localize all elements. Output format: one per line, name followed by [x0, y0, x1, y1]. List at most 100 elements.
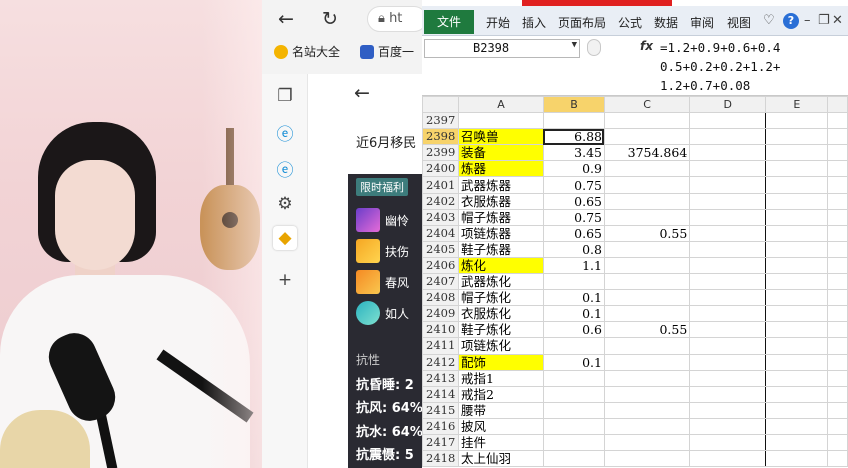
column-header[interactable]: C	[603, 95, 691, 114]
cell[interactable]: 衣服炼化	[457, 305, 544, 323]
cell[interactable]	[765, 144, 829, 162]
row-number[interactable]: 2407	[422, 273, 459, 291]
cell[interactable]: 武器炼器	[457, 176, 544, 194]
cell[interactable]	[603, 273, 691, 291]
cell[interactable]	[603, 128, 691, 146]
cell[interactable]	[765, 160, 829, 178]
cell[interactable]: 项链炼器	[457, 224, 544, 242]
cell[interactable]	[765, 289, 829, 307]
cell[interactable]	[765, 321, 829, 339]
row-number[interactable]: 2405	[422, 240, 459, 258]
restore-icon[interactable]: ❐	[818, 13, 830, 28]
cell[interactable]	[689, 450, 767, 468]
plus-icon[interactable]: +	[273, 268, 297, 292]
cell[interactable]	[689, 369, 767, 387]
cell[interactable]	[765, 128, 829, 146]
cell[interactable]	[827, 128, 848, 146]
row-number[interactable]: 2409	[422, 305, 459, 323]
cell[interactable]	[603, 192, 691, 210]
collapse-ribbon-icon[interactable]: ♡	[763, 13, 775, 28]
select-all-corner[interactable]	[422, 95, 459, 114]
bookmark-item-0[interactable]: 名站大全	[274, 43, 340, 60]
tab-view[interactable]: 视图	[727, 14, 751, 31]
cell[interactable]	[603, 112, 691, 130]
row-number[interactable]: 2410	[422, 321, 459, 339]
cell[interactable]	[827, 369, 848, 387]
row-number[interactable]: 2417	[422, 433, 459, 452]
settings-icon[interactable]: ⚙	[273, 192, 297, 216]
cell[interactable]: 炼化	[457, 256, 544, 275]
cell[interactable]: 0.65	[542, 192, 605, 210]
cell[interactable]	[827, 240, 848, 258]
cell[interactable]	[827, 417, 848, 435]
promo-tag[interactable]: 限时福利	[356, 178, 408, 196]
cell[interactable]	[765, 433, 829, 452]
cell[interactable]	[827, 305, 848, 323]
refresh-icon[interactable]: ↻	[322, 8, 338, 30]
cell[interactable]	[765, 273, 829, 291]
cell[interactable]	[765, 256, 829, 275]
cell[interactable]: 武器炼化	[457, 273, 544, 291]
cell[interactable]	[827, 385, 848, 403]
cell[interactable]: 0.65	[542, 224, 605, 242]
cell[interactable]	[603, 433, 691, 452]
bookmark-item-1[interactable]: 百度一	[360, 43, 414, 60]
cell[interactable]	[827, 144, 848, 162]
cell[interactable]: 挂件	[457, 433, 544, 452]
cell[interactable]	[689, 417, 767, 435]
cell[interactable]	[765, 112, 829, 130]
cell[interactable]	[603, 208, 691, 226]
column-header[interactable]: A	[457, 95, 544, 114]
cell[interactable]	[689, 128, 767, 146]
row-number[interactable]: 2415	[422, 401, 459, 419]
row-number[interactable]: 2400	[422, 160, 459, 178]
cell[interactable]	[765, 305, 829, 323]
cell[interactable]	[603, 256, 691, 275]
list-item[interactable]: 如人	[356, 301, 409, 325]
row-number[interactable]: 2406	[422, 256, 459, 275]
cell[interactable]	[827, 353, 848, 371]
formula-content[interactable]: =1.2+0.9+0.6+0.4 0.5+0.2+0.2+1.2+ 1.2+0.7+…	[660, 38, 846, 95]
back-arrow-icon[interactable]: ←	[278, 8, 294, 30]
cell[interactable]	[689, 192, 767, 210]
cell[interactable]	[765, 224, 829, 242]
cell[interactable]	[457, 112, 544, 130]
row-number[interactable]: 2418	[422, 450, 459, 468]
cell[interactable]	[765, 369, 829, 387]
cell[interactable]	[689, 401, 767, 419]
cell[interactable]	[689, 385, 767, 403]
cell[interactable]	[827, 337, 848, 355]
cell[interactable]	[542, 417, 605, 435]
cell[interactable]: 衣服炼器	[457, 192, 544, 210]
tab-insert[interactable]: 插入	[522, 14, 546, 31]
cell[interactable]: 0.9	[542, 160, 605, 178]
list-item[interactable]: 扶伤	[356, 239, 409, 263]
help-icon[interactable]: ?	[783, 13, 799, 29]
row-number[interactable]: 2401	[422, 176, 459, 194]
file-tab[interactable]: 文件	[424, 10, 474, 34]
back-arrow-icon[interactable]: ←	[354, 82, 370, 104]
cell[interactable]	[765, 176, 829, 194]
cell[interactable]	[542, 385, 605, 403]
cell[interactable]: 0.6	[542, 321, 605, 339]
row-number[interactable]: 2412	[422, 353, 459, 371]
cell[interactable]	[827, 112, 848, 130]
cell[interactable]: 配饰	[457, 353, 544, 371]
cell[interactable]: 腰带	[457, 401, 544, 419]
cell[interactable]	[689, 240, 767, 258]
cell[interactable]: 装备	[457, 144, 544, 162]
row-number[interactable]: 2398	[422, 128, 459, 146]
cell[interactable]	[689, 305, 767, 323]
cell[interactable]	[827, 192, 848, 210]
cell[interactable]	[827, 450, 848, 468]
cell[interactable]	[827, 401, 848, 419]
row-number[interactable]: 2413	[422, 369, 459, 387]
cell[interactable]	[689, 176, 767, 194]
cell[interactable]	[827, 256, 848, 275]
cell[interactable]	[603, 289, 691, 307]
cell[interactable]	[603, 337, 691, 355]
cell[interactable]	[603, 401, 691, 419]
cell[interactable]	[689, 256, 767, 275]
cell[interactable]	[689, 160, 767, 178]
cell[interactable]: 0.1	[542, 353, 605, 371]
